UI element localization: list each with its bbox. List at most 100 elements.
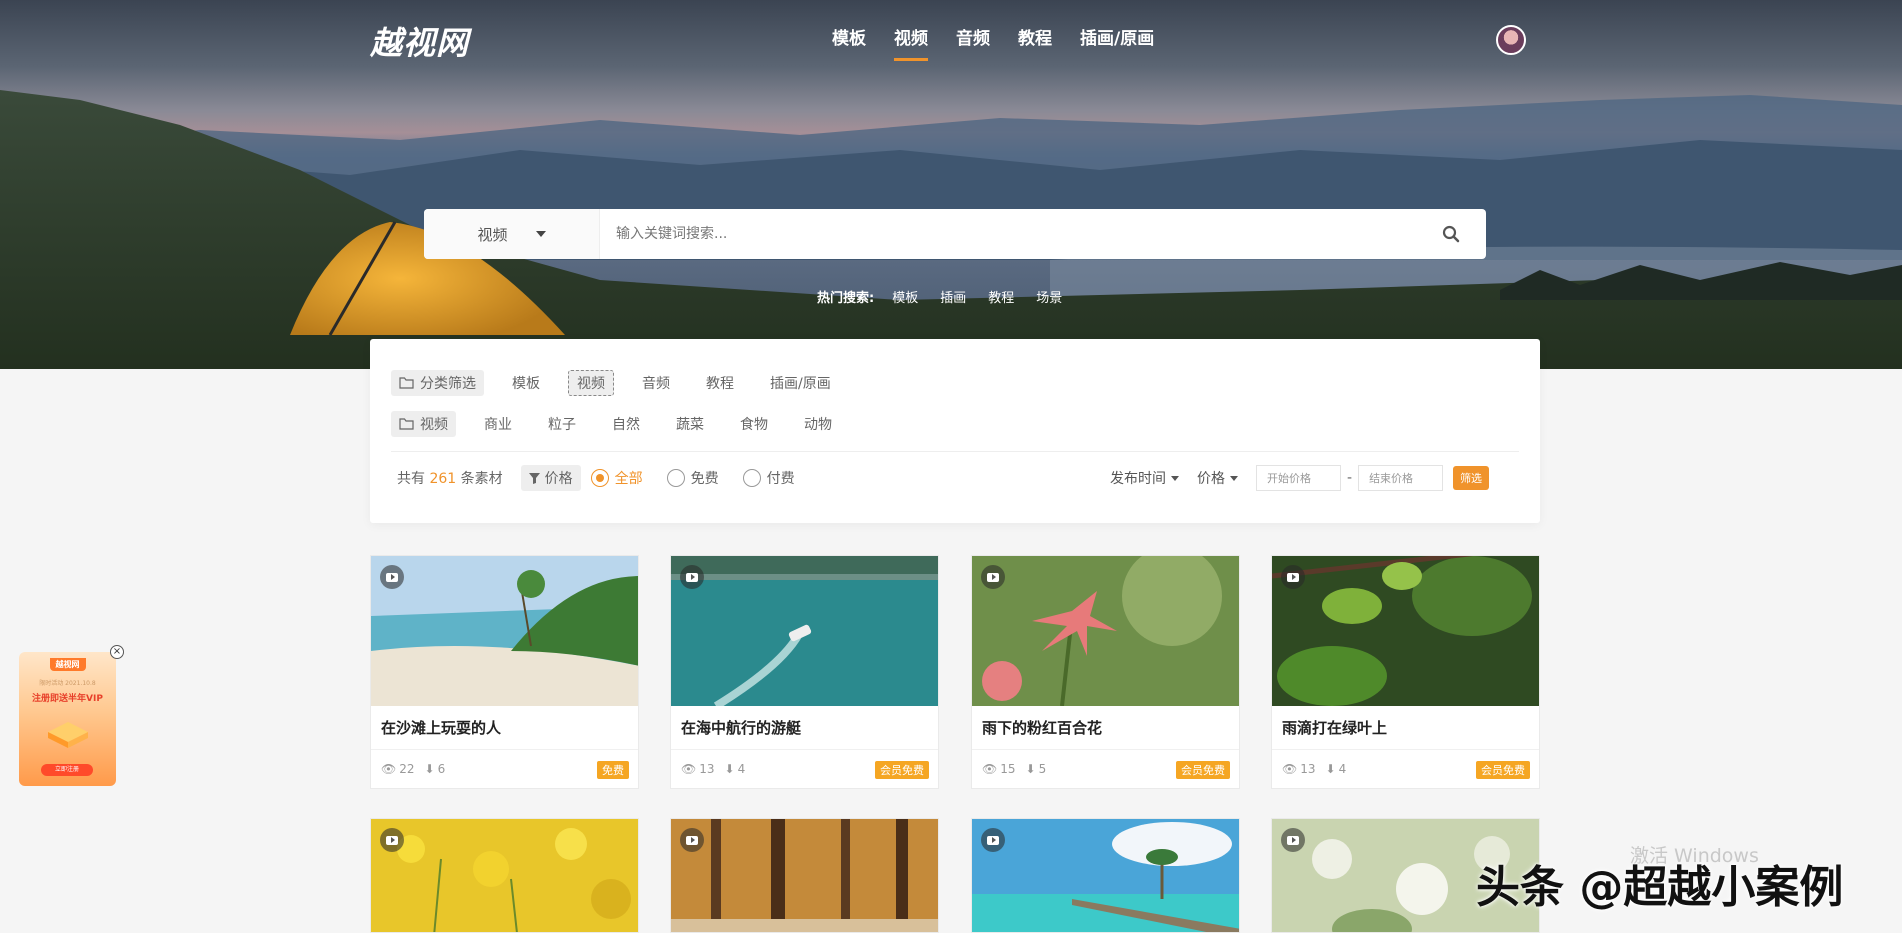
nav-item-tutorials[interactable]: 教程 [1018,24,1052,61]
video-card[interactable]: 雨滴打在绿叶上 👁 13 ⬇ 4 会员免费 [1271,555,1540,789]
subcategory-option[interactable]: 商业 [476,411,520,437]
subcategory-filter-row: 视频 商业 粒子 自然 蔬菜 食物 动物 [391,411,860,437]
subcategory-option[interactable]: 动物 [796,411,840,437]
download-count: ⬇ 6 [424,762,446,776]
video-card[interactable] [370,818,639,933]
beach-icon[interactable] [371,556,638,706]
promo-banner[interactable]: 越视网 限时活动 2021.10.8 注册即送半年VIP 立即注册 [19,652,116,786]
hot-search-item[interactable]: 教程 [988,287,1014,306]
video-card[interactable]: 雨下的粉红百合花 👁 15 ⬇ 5 会员免费 [971,555,1240,789]
site-logo[interactable]: 越视网 [370,18,469,64]
category-option-illustration[interactable]: 插画/原画 [762,370,839,396]
search-input[interactable] [600,209,1416,259]
price-range-separator: - [1347,470,1353,486]
search-button[interactable] [1416,209,1486,259]
result-count-number: 261 [429,471,457,487]
download-count: ⬇ 5 [1025,762,1047,776]
hero-banner: 越视网 模板 视频 音频 教程 插画/原画 视频 热门搜索: 模板 插画 教程 … [0,0,1902,369]
view-count: 👁 13 [681,762,715,776]
close-icon[interactable]: × [110,645,124,659]
hot-search-item[interactable]: 插画 [940,287,966,306]
price-radio-paid[interactable]: 付费 [742,468,795,488]
price-radio-free[interactable]: 免费 [666,468,719,488]
price-badge: 会员免费 [875,761,929,779]
caret-down-icon [1230,475,1238,481]
nav-item-illustration[interactable]: 插画/原画 [1080,24,1154,61]
caret-down-icon [1171,475,1179,481]
category-option-video[interactable]: 视频 [568,370,614,396]
video-play-icon [1281,565,1305,589]
lily-icon[interactable] [972,556,1239,706]
main-nav: 模板 视频 音频 教程 插画/原画 [832,24,1182,61]
video-play-icon [1281,828,1305,852]
result-count-row: 共有 261 条素材 价格 全部 免费 付费 [391,465,819,491]
hot-search-label: 热门搜索: [817,291,875,306]
download-icon: ⬇ [1025,762,1036,776]
nav-item-templates[interactable]: 模板 [832,24,866,61]
category-option-audio[interactable]: 音频 [634,370,678,396]
card-title[interactable]: 在沙滩上玩耍的人 [371,706,638,750]
subcategory-option[interactable]: 粒子 [540,411,584,437]
radio-icon [742,469,761,487]
category-option-tutorials[interactable]: 教程 [698,370,742,396]
card-meta: 👁 22 ⬇ 6 免费 [371,750,638,788]
rapeseed-icon[interactable] [371,819,638,932]
video-card[interactable] [670,818,939,933]
filter-submit-button[interactable]: 筛选 [1453,466,1490,490]
radio-icon [666,469,685,487]
result-count: 共有 261 条素材 [397,471,503,487]
price-radio-all[interactable]: 全部 [590,468,643,488]
max-price-input[interactable] [1358,465,1444,491]
subcategory-option[interactable]: 蔬菜 [668,411,712,437]
video-card[interactable]: 在沙滩上玩耍的人 👁 22 ⬇ 6 免费 [370,555,639,789]
card-title[interactable]: 在海中航行的游艇 [671,706,938,750]
nav-item-video[interactable]: 视频 [894,24,928,61]
video-play-icon [380,828,404,852]
category-option-templates[interactable]: 模板 [504,370,548,396]
video-play-icon [981,565,1005,589]
search-category-select[interactable]: 视频 [424,209,600,259]
search-category-label: 视频 [477,225,508,244]
user-avatar[interactable] [1496,25,1526,55]
video-card[interactable] [971,818,1240,933]
forest-icon[interactable] [671,819,938,932]
promo-register-button[interactable]: 立即注册 [41,764,93,776]
eye-icon: 👁 [1282,762,1298,776]
sort-controls: 发布时间 价格 - 筛选 [1110,465,1490,491]
eye-icon: 👁 [681,762,697,776]
price-badge: 会员免费 [1476,761,1530,779]
video-card[interactable]: 在海中航行的游艇 👁 13 ⬇ 4 会员免费 [670,555,939,789]
promo-brand: 越视网 [49,658,86,671]
promo-title: 注册即送半年VIP [32,694,103,704]
sort-by-time[interactable]: 发布时间 [1110,468,1179,488]
subcategory-filter-label: 视频 [391,411,456,437]
boat-icon[interactable] [671,556,938,706]
view-count: 👁 22 [381,762,415,776]
promo-date: 限时活动 2021.10.8 [39,680,96,687]
sort-by-price[interactable]: 价格 [1197,468,1238,488]
hot-search-item[interactable]: 模板 [892,287,918,306]
pier-icon[interactable] [972,819,1239,932]
subcategory-option[interactable]: 食物 [732,411,776,437]
video-play-icon [680,828,704,852]
card-title[interactable]: 雨滴打在绿叶上 [1272,706,1539,750]
card-meta: 👁 15 ⬇ 5 会员免费 [972,750,1239,788]
card-meta: 👁 13 ⬇ 4 会员免费 [1272,750,1539,788]
gift-box-icon [47,722,88,748]
video-play-icon [981,828,1005,852]
hot-searches: 热门搜索: 模板 插画 教程 场景 [817,287,1084,306]
search-bar: 视频 [424,209,1486,259]
folder-icon [399,377,414,389]
hot-search-item[interactable]: 场景 [1036,287,1062,306]
download-icon: ⬇ [1325,762,1336,776]
folder-icon [399,418,414,430]
card-meta: 👁 13 ⬇ 4 会员免费 [671,750,938,788]
subcategory-option[interactable]: 自然 [604,411,648,437]
eye-icon: 👁 [381,762,397,776]
leaf-icon[interactable] [1272,556,1539,706]
min-price-input[interactable] [1256,465,1341,491]
nav-item-audio[interactable]: 音频 [956,24,990,61]
chevron-down-icon [535,231,546,237]
card-title[interactable]: 雨下的粉红百合花 [972,706,1239,750]
view-count: 👁 13 [1282,762,1316,776]
